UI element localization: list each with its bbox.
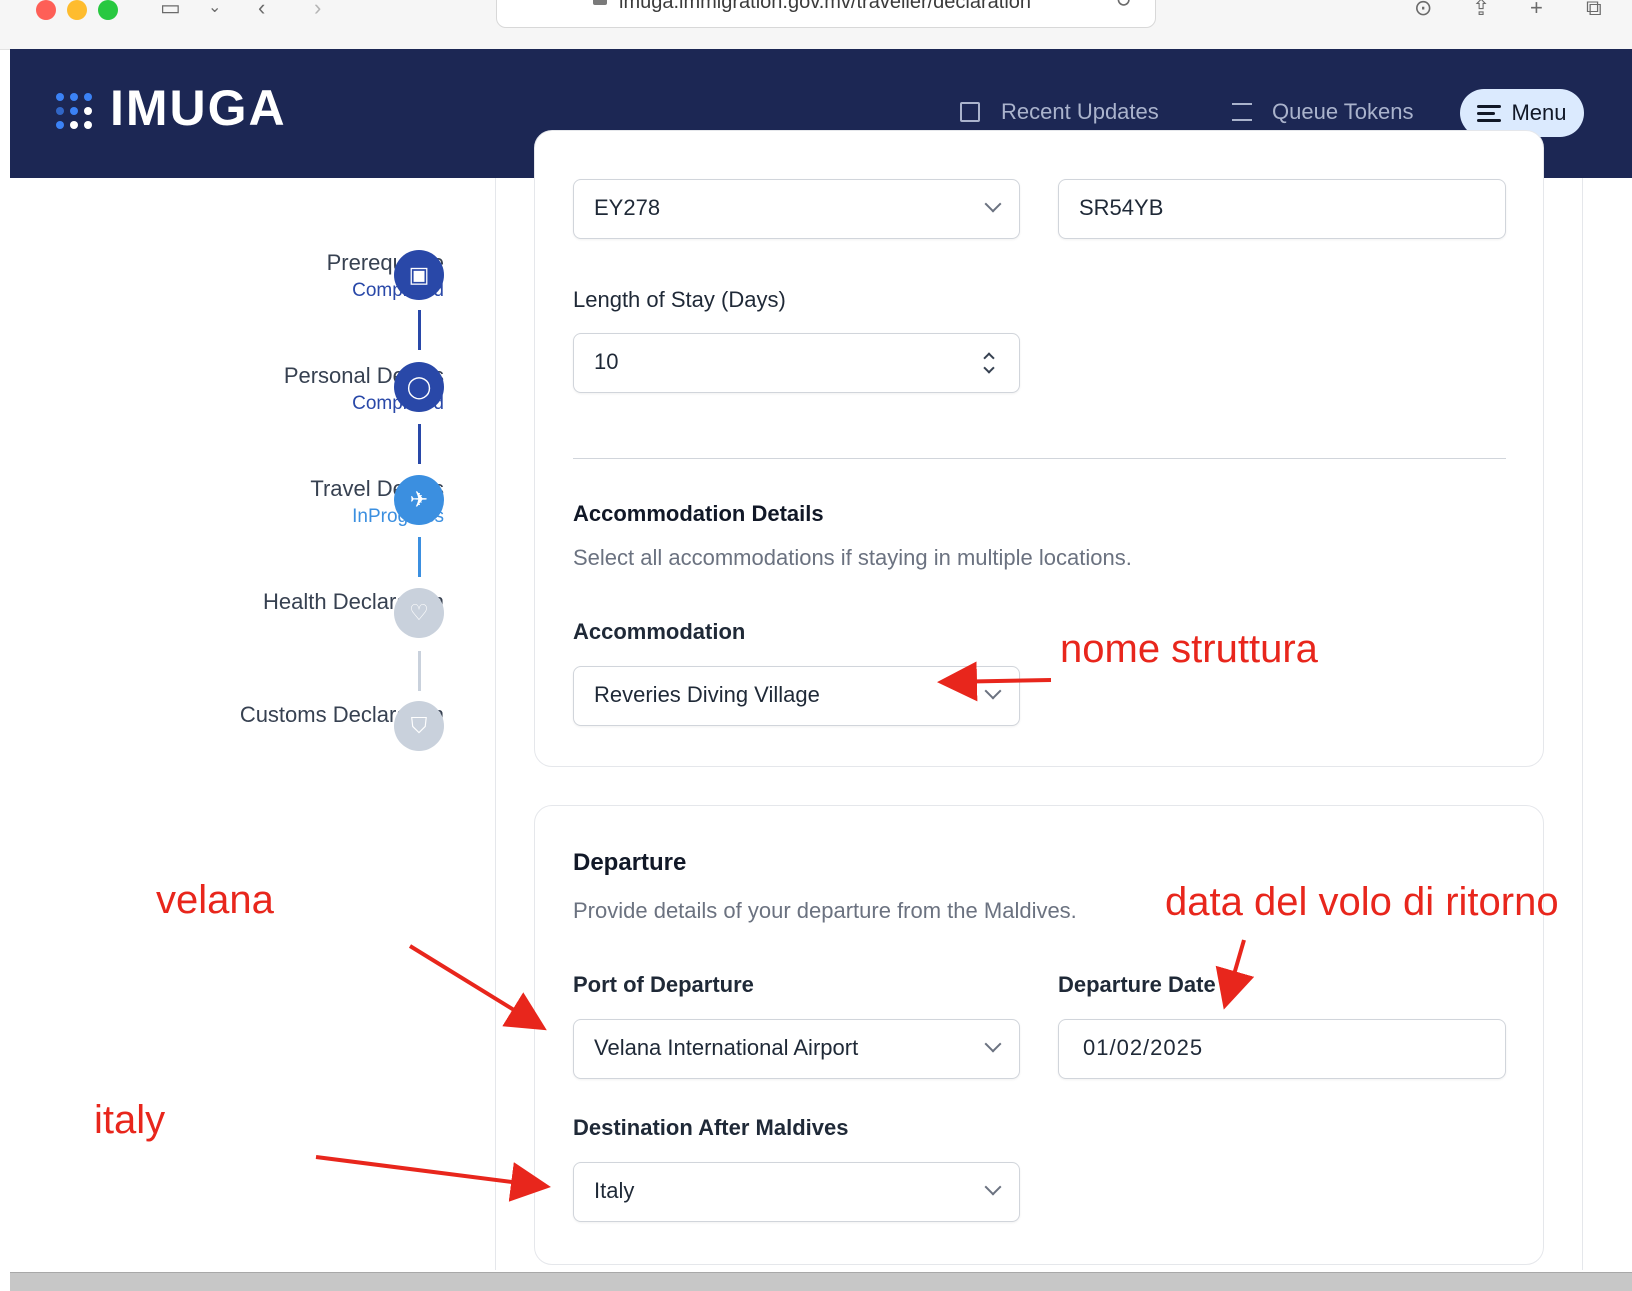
dock-strip: [10, 1272, 1632, 1291]
arrow-port: [408, 944, 547, 1031]
annotation-arrows: [315, 661, 1255, 1202]
arrow-destination: [315, 1155, 551, 1202]
arrow-date: [1215, 939, 1255, 1010]
arrow-accommodation: [937, 661, 1052, 702]
